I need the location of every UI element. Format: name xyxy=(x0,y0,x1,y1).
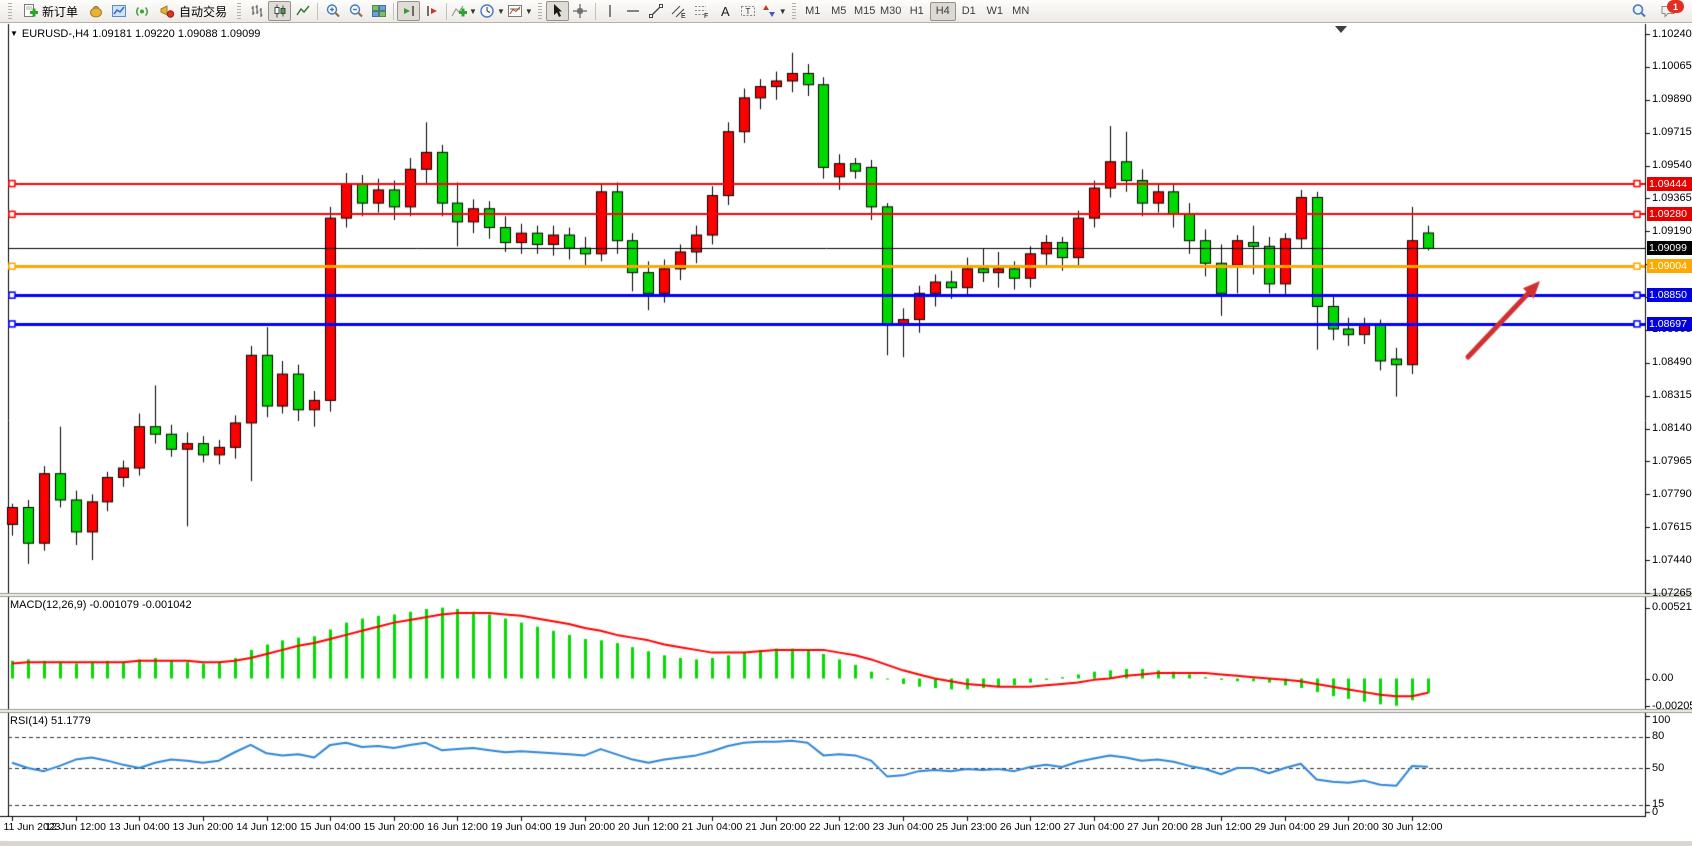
equidistant-channel-button[interactable]: E xyxy=(668,1,691,21)
chart-shift-button[interactable] xyxy=(420,1,443,21)
charts-gallery-button[interactable] xyxy=(107,1,130,21)
signal-icon xyxy=(134,3,150,19)
candlestick-chart-button[interactable] xyxy=(268,1,291,21)
templates-button[interactable]: ▼ xyxy=(506,1,534,21)
notifications-button[interactable]: 1 xyxy=(1656,1,1682,21)
toolbar: 新订单 自动交易 ▼ ▼ xyxy=(0,0,1692,23)
bar-chart-icon xyxy=(249,3,265,19)
indicators-button[interactable]: ▼ xyxy=(450,1,478,21)
chart-shift-icon xyxy=(424,3,440,19)
new-order-label: 新订单 xyxy=(42,3,78,20)
notification-badge: 1 xyxy=(1667,0,1684,13)
search-button[interactable] xyxy=(1627,1,1650,21)
line-chart-button[interactable] xyxy=(291,1,314,21)
zoom-out-button[interactable] xyxy=(344,1,367,21)
timeframe-button-d1[interactable]: D1 xyxy=(956,2,982,21)
autotrading-label: 自动交易 xyxy=(179,3,227,20)
fibonacci-button[interactable]: F xyxy=(691,1,714,21)
horizontal-line-icon xyxy=(625,3,641,19)
bar-chart-button[interactable] xyxy=(245,1,268,21)
crosshair-button[interactable] xyxy=(569,1,592,21)
zoom-in-icon xyxy=(325,3,341,19)
line-chart-icon xyxy=(295,3,311,19)
chart-window-icon xyxy=(111,3,127,19)
timeframe-button-m1[interactable]: M1 xyxy=(800,2,826,21)
svg-text:E: E xyxy=(681,13,686,19)
toolbar-grip[interactable] xyxy=(8,3,12,19)
chevron-down-icon: ▼ xyxy=(525,7,533,16)
chevron-down-icon: ▼ xyxy=(497,7,505,16)
timeframe-button-h4[interactable]: H4 xyxy=(930,2,956,21)
toolbar-grip[interactable] xyxy=(792,3,796,19)
fibonacci-icon: F xyxy=(694,3,710,19)
svg-text:F: F xyxy=(704,13,708,19)
autotrading-icon xyxy=(159,3,175,19)
timeframe-button-m5[interactable]: M5 xyxy=(826,2,852,21)
periods-button[interactable]: ▼ xyxy=(478,1,506,21)
vertical-line-icon xyxy=(602,3,618,19)
tile-windows-button[interactable] xyxy=(367,1,390,21)
auto-scroll-button[interactable] xyxy=(397,1,420,21)
candlestick-chart-icon xyxy=(272,3,288,19)
equidistant-channel-icon: E xyxy=(671,3,687,19)
trendline-icon xyxy=(648,3,664,19)
wallet-icon xyxy=(88,3,104,19)
trendline-button[interactable] xyxy=(645,1,668,21)
text-icon: A xyxy=(721,4,730,19)
zoom-in-button[interactable] xyxy=(321,1,344,21)
timeframe-button-m30[interactable]: M30 xyxy=(878,2,904,21)
arrow-shapes-icon xyxy=(761,3,777,19)
cursor-icon xyxy=(549,3,565,19)
timeframe-button-h1[interactable]: H1 xyxy=(904,2,930,21)
chevron-down-icon: ▼ xyxy=(779,7,787,16)
template-icon xyxy=(507,3,523,19)
accounts-button[interactable] xyxy=(84,1,107,21)
indicators-icon xyxy=(451,3,467,19)
price-chart-canvas[interactable] xyxy=(0,0,1692,846)
clock-icon xyxy=(479,3,495,19)
arrows-button[interactable]: ▼ xyxy=(760,1,788,21)
toolbar-grip[interactable] xyxy=(538,3,542,19)
tile-windows-icon xyxy=(371,3,387,19)
timeframe-group: M1M5M15M30H1H4D1W1MN xyxy=(800,2,1034,21)
text-label-button[interactable]: T xyxy=(737,1,760,21)
toolbar-grip[interactable] xyxy=(237,3,241,19)
auto-scroll-icon xyxy=(401,3,417,19)
new-order-icon xyxy=(22,3,38,19)
cursor-button[interactable] xyxy=(546,1,569,21)
autotrading-button[interactable]: 自动交易 xyxy=(153,1,233,21)
horizontal-line-button[interactable] xyxy=(622,1,645,21)
chevron-down-icon: ▼ xyxy=(469,7,477,16)
text-button[interactable]: A xyxy=(714,1,737,21)
text-label-icon: T xyxy=(740,3,756,19)
timeframe-button-mn[interactable]: MN xyxy=(1008,2,1034,21)
timeframe-button-m15[interactable]: M15 xyxy=(852,2,878,21)
new-order-button[interactable]: 新订单 xyxy=(16,1,84,21)
zoom-out-icon xyxy=(348,3,364,19)
search-icon xyxy=(1631,3,1647,19)
signals-button[interactable] xyxy=(130,1,153,21)
svg-text:T: T xyxy=(746,7,751,16)
vertical-line-button[interactable] xyxy=(599,1,622,21)
timeframe-button-w1[interactable]: W1 xyxy=(982,2,1008,21)
crosshair-icon xyxy=(572,3,588,19)
